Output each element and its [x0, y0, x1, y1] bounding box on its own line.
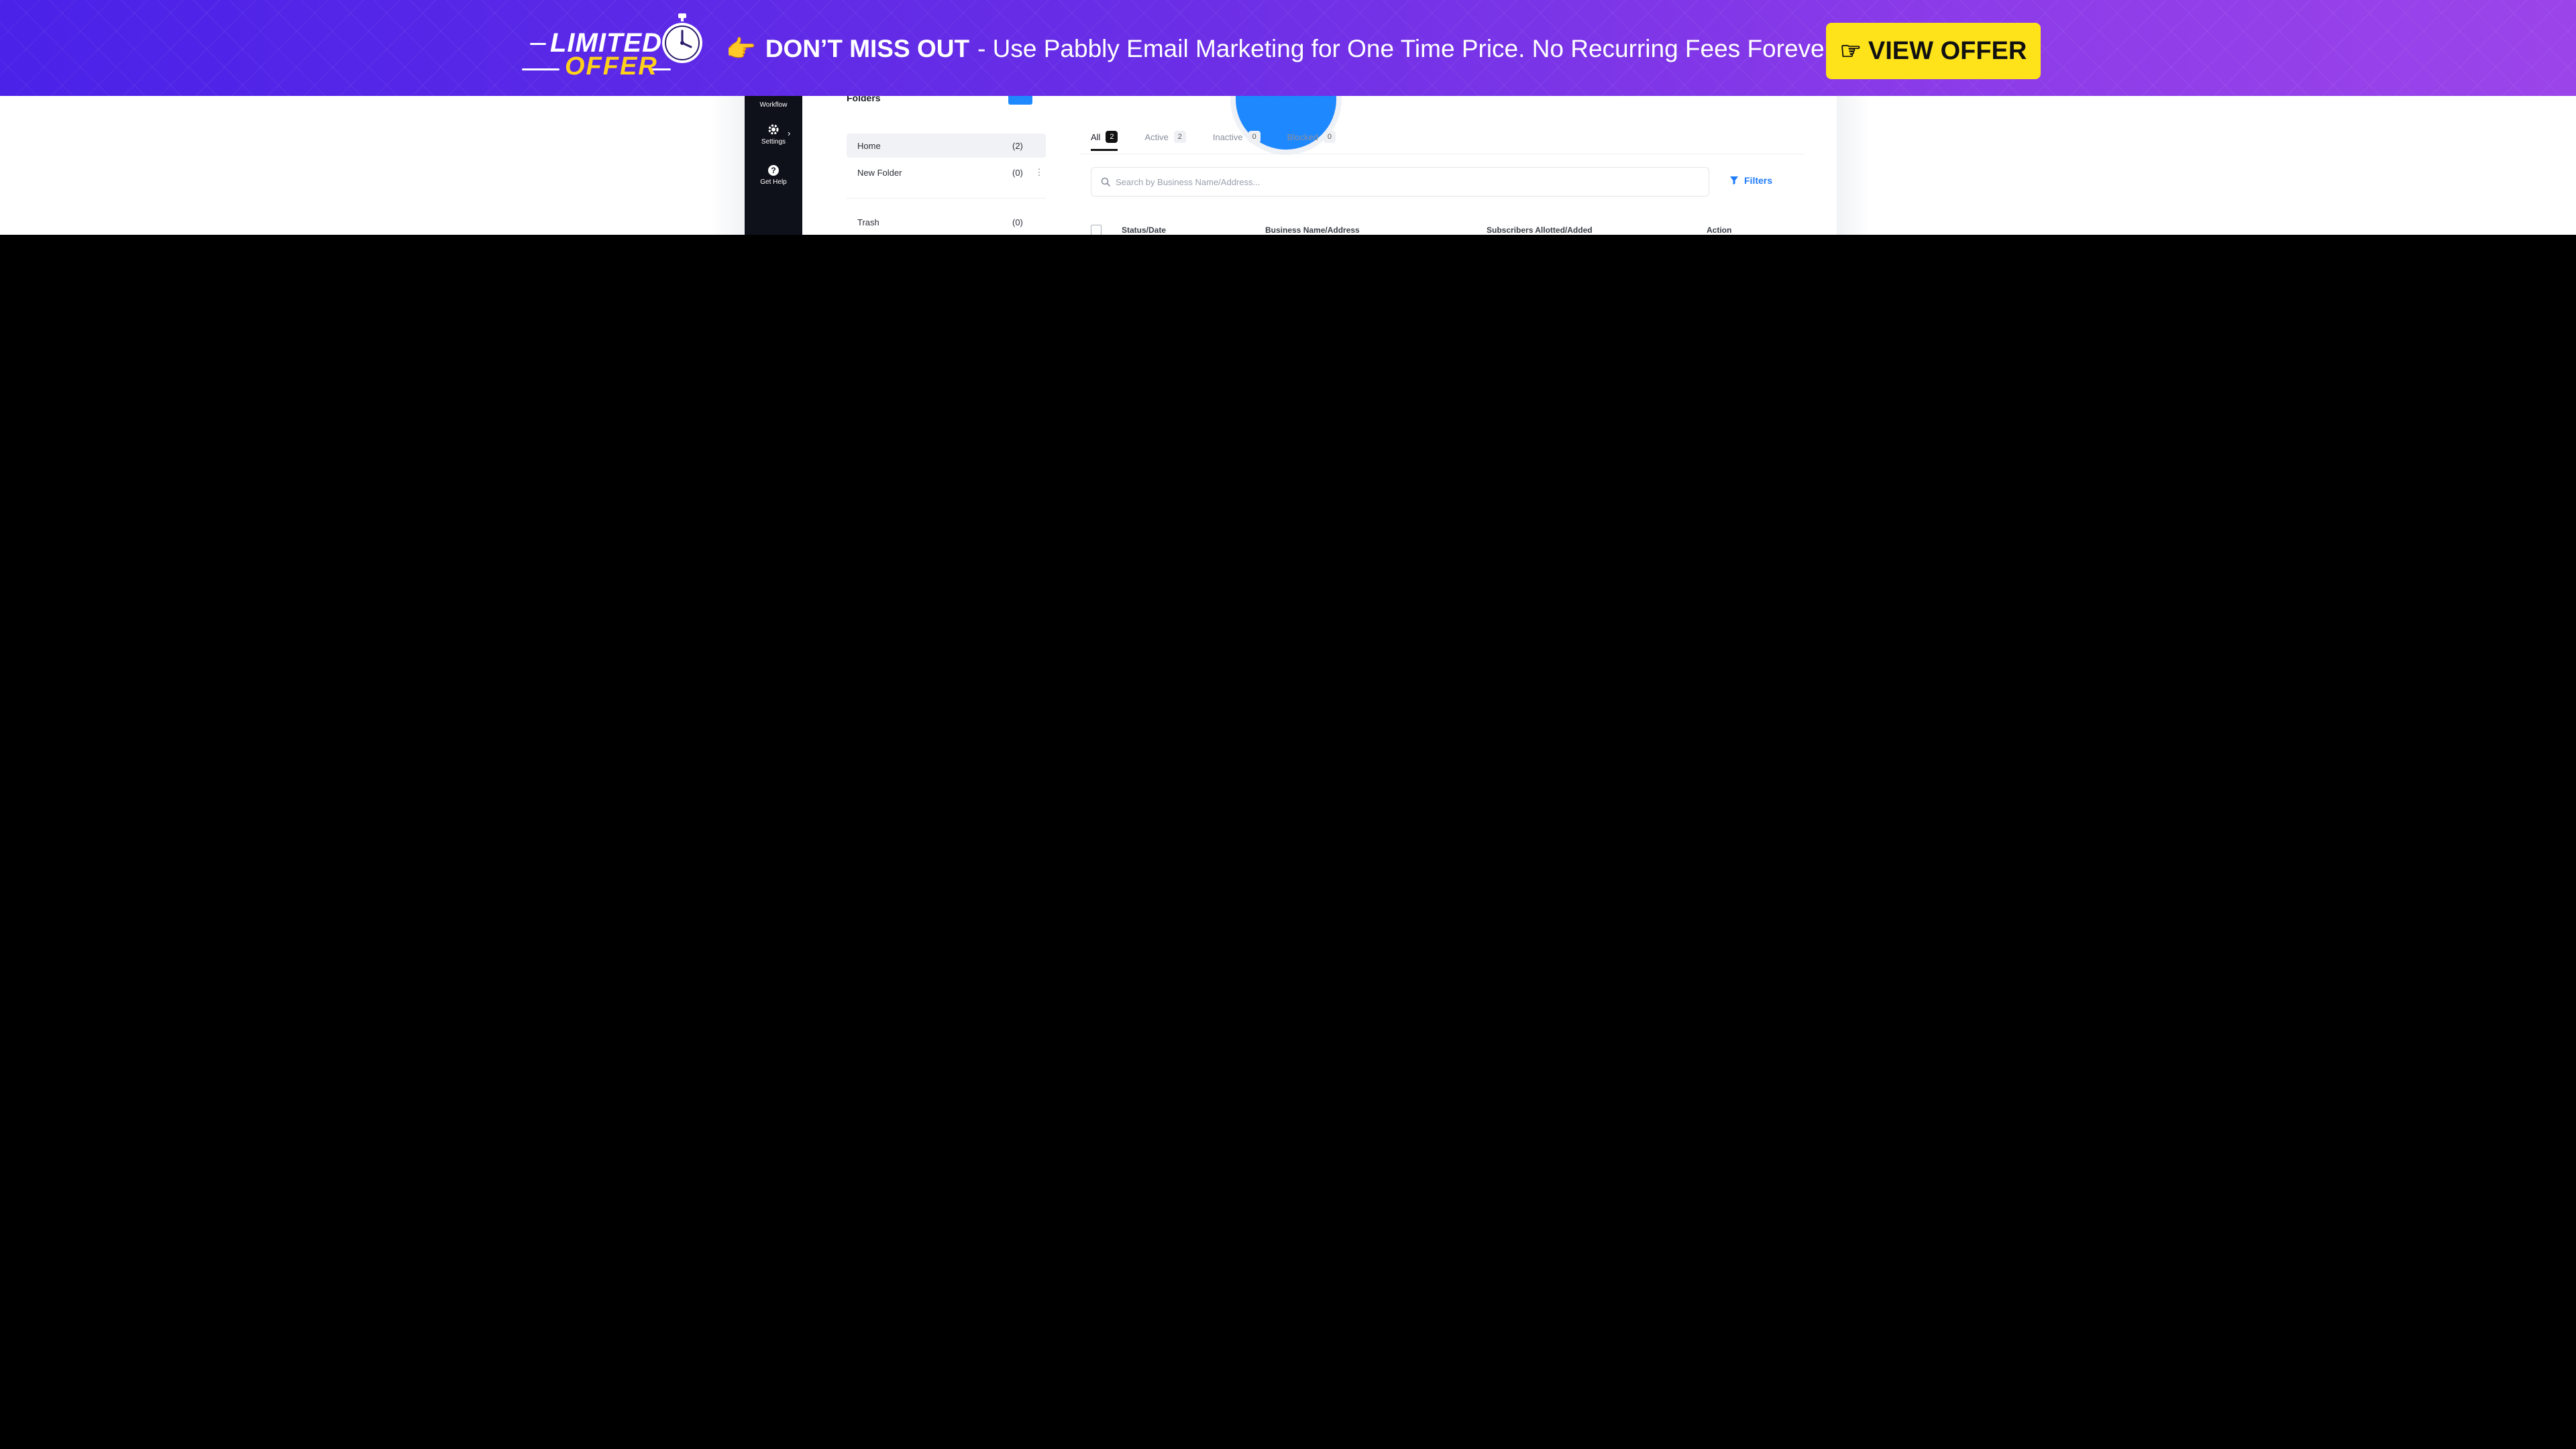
folder-name: Home	[857, 140, 881, 151]
folder-name: Trash	[857, 217, 879, 227]
search-input[interactable]: Search by Business Name/Address...	[1091, 167, 1709, 197]
tab-inactive[interactable]: Inactive 0	[1213, 131, 1260, 148]
folders-title: Folders	[847, 96, 881, 103]
folder-item-home[interactable]: Home (2)	[847, 133, 1046, 158]
filter-icon	[1730, 176, 1738, 184]
column-header-status-date[interactable]: Status/Date	[1122, 225, 1166, 235]
column-header-business-name[interactable]: Business Name/Address	[1265, 225, 1360, 235]
tab-blocked[interactable]: Blocked 0	[1287, 131, 1336, 148]
folder-count: (2)	[1012, 140, 1023, 151]
tab-label: All	[1091, 131, 1101, 142]
tab-active[interactable]: Active 2	[1144, 131, 1186, 148]
banner-message: 👉 DON’T MISS OUT - Use Pabbly Email Mark…	[726, 32, 1838, 66]
sidebar-item-settings[interactable]: Settings	[745, 123, 802, 146]
logo-offer-text: OFFER	[565, 52, 658, 80]
add-folder-button[interactable]	[1008, 96, 1032, 105]
filters-label: Filters	[1744, 175, 1773, 186]
folder-item-new-folder[interactable]: New Folder (0) ⋮	[847, 160, 1046, 184]
tab-label: Inactive	[1212, 131, 1243, 142]
pointing-hand-outline-icon: ☞	[1839, 37, 1862, 64]
folders-panel: Folders Home (2) New Folder (0) ⋮ Trash …	[828, 96, 1050, 235]
chevron-right-icon: ›	[788, 128, 791, 138]
tab-label: Active	[1144, 131, 1169, 142]
search-placeholder: Search by Business Name/Address...	[1116, 176, 1260, 187]
sidebar: Workflow Settings › ? Get Help	[745, 96, 802, 235]
main-content: All 2 Active 2 Inactive 0 Blocked 0 Sear…	[1080, 96, 1805, 235]
pointing-hand-icon: 👉	[726, 35, 756, 62]
tab-all[interactable]: All 2	[1091, 131, 1118, 151]
tab-count-badge: 0	[1248, 131, 1260, 143]
search-icon	[1101, 177, 1110, 186]
divider	[847, 198, 1046, 199]
banner-headline-text: - Use Pabbly Email Marketing for One Tim…	[977, 35, 1839, 62]
folder-name: New Folder	[857, 167, 902, 178]
sidebar-item-label: Get Help	[760, 178, 787, 186]
select-all-checkbox[interactable]	[1091, 225, 1102, 235]
tab-count-badge: 0	[1323, 131, 1336, 143]
view-offer-button[interactable]: ☞ VIEW OFFER	[1826, 23, 2041, 79]
tab-label: Blocked	[1287, 131, 1318, 142]
column-header-action[interactable]: Action	[1707, 225, 1731, 235]
folder-item-trash[interactable]: Trash (0)	[847, 210, 1046, 234]
svg-text:?: ?	[771, 166, 775, 175]
sidebar-item-label: Settings	[761, 138, 786, 146]
sidebar-item-get-help[interactable]: ? Get Help	[745, 164, 802, 186]
folder-count: (0)	[1012, 217, 1023, 227]
tab-count-badge: 2	[1173, 131, 1186, 143]
tab-count-badge: 2	[1106, 131, 1118, 143]
more-vertical-icon[interactable]: ⋮	[1032, 167, 1046, 178]
promo-banner: LIMITED OFFER 👉 DON’T MISS OUT - Use Pab…	[0, 0, 2576, 96]
gear-icon	[768, 124, 779, 135]
sidebar-item-workflow[interactable]: Workflow	[745, 101, 802, 109]
stopwatch-icon	[662, 13, 702, 63]
folder-count: (0)	[1012, 167, 1023, 178]
view-offer-label: VIEW OFFER	[1868, 36, 2027, 65]
app-preview: Workflow Settings › ? Get Help Folders H…	[0, 96, 2576, 235]
status-tabs: All 2 Active 2 Inactive 0 Blocked 0	[1091, 129, 1362, 151]
help-icon: ?	[768, 165, 779, 176]
banner-headline-bold: DON’T MISS OUT	[765, 35, 970, 62]
table-header: Status/Date Business Name/Address Subscr…	[1091, 223, 1802, 235]
filters-button[interactable]: Filters	[1729, 175, 1772, 186]
limited-offer-logo: LIMITED OFFER	[517, 9, 704, 85]
sidebar-item-label: Workflow	[759, 101, 788, 109]
column-header-subscribers[interactable]: Subscribers Allotted/Added	[1487, 225, 1593, 235]
